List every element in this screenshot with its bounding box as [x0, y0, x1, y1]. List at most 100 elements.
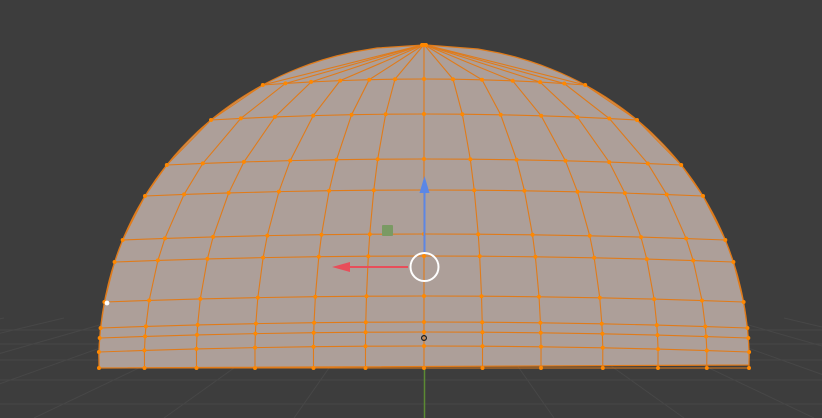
mesh-vertex[interactable] — [311, 366, 316, 370]
mesh-vertex[interactable] — [205, 256, 210, 261]
mesh-vertex[interactable] — [422, 344, 426, 348]
mesh-vertex[interactable] — [253, 366, 257, 370]
mesh-vertex[interactable] — [607, 116, 612, 121]
mesh-vertex[interactable] — [260, 83, 265, 87]
mesh-vertex[interactable] — [211, 234, 216, 239]
mesh-vertex[interactable] — [195, 332, 199, 337]
mesh-vertex[interactable] — [639, 235, 643, 240]
mesh-vertex[interactable] — [480, 366, 485, 370]
mesh-vertex[interactable] — [745, 326, 750, 330]
mesh-vertex[interactable] — [600, 366, 605, 370]
mesh-vertex[interactable] — [309, 79, 314, 84]
mesh-vertex[interactable] — [600, 331, 605, 336]
mesh-vertex[interactable] — [592, 255, 597, 260]
mesh-vertex[interactable] — [562, 81, 567, 86]
mesh-vertex[interactable] — [635, 118, 639, 122]
mesh-vertex[interactable] — [460, 112, 465, 117]
mesh-vertex[interactable] — [538, 80, 543, 85]
mesh-vertex[interactable] — [253, 331, 258, 336]
mesh-vertex[interactable] — [226, 190, 231, 195]
mesh-vertex[interactable] — [283, 81, 288, 86]
mesh-vertex[interactable] — [422, 254, 426, 258]
mesh-vertex[interactable] — [363, 320, 368, 325]
mesh-vertex[interactable] — [164, 163, 169, 167]
mesh-vertex[interactable] — [255, 295, 260, 300]
mesh-vertex[interactable] — [510, 78, 515, 83]
mesh-vertex[interactable] — [583, 83, 588, 87]
mesh-vertex[interactable] — [143, 194, 147, 198]
mesh-vertex[interactable] — [539, 344, 543, 349]
mesh-vertex[interactable] — [522, 188, 527, 193]
mesh-vertex[interactable] — [654, 323, 659, 328]
mesh-vertex[interactable] — [363, 344, 368, 349]
mesh-vertex[interactable] — [143, 334, 148, 339]
mesh-vertex[interactable] — [316, 254, 321, 259]
mesh-vertex[interactable] — [338, 78, 343, 83]
mesh-vertex[interactable] — [319, 232, 324, 237]
active-vertex[interactable] — [104, 300, 110, 306]
mesh-vertex[interactable] — [599, 321, 604, 326]
mesh-vertex[interactable] — [645, 161, 650, 166]
mesh-vertex[interactable] — [276, 189, 281, 194]
mesh-vertex[interactable] — [194, 366, 199, 370]
mesh-vertex[interactable] — [194, 346, 199, 351]
mesh-vertex[interactable] — [142, 366, 147, 370]
mesh-vertex[interactable] — [422, 77, 426, 81]
mesh-vertex[interactable] — [538, 320, 543, 325]
mesh-vertex[interactable] — [655, 333, 660, 338]
mesh-vertex[interactable] — [375, 157, 380, 162]
mesh-vertex[interactable] — [143, 324, 148, 329]
mesh-vertex[interactable] — [533, 254, 538, 259]
mesh-vertex[interactable] — [498, 112, 503, 117]
mesh-vertex[interactable] — [241, 159, 246, 164]
mesh-vertex[interactable] — [364, 294, 369, 299]
3d-viewport[interactable] — [0, 0, 822, 418]
mesh-vertex[interactable] — [334, 157, 339, 162]
mesh-vertex[interactable] — [383, 112, 388, 117]
mesh-vertex[interactable] — [644, 257, 649, 262]
mesh-vertex[interactable] — [704, 334, 709, 339]
mesh-vertex[interactable] — [200, 161, 205, 166]
mesh-vertex[interactable] — [747, 366, 751, 370]
mesh-vertex[interactable] — [422, 366, 426, 370]
mesh-vertex[interactable] — [147, 298, 152, 303]
mesh-vertex[interactable] — [312, 320, 317, 325]
mesh-vertex[interactable] — [480, 320, 485, 325]
mesh-vertex[interactable] — [424, 43, 428, 47]
mesh-vertex[interactable] — [600, 345, 605, 350]
mesh-vertex[interactable] — [514, 157, 519, 162]
mesh-vertex[interactable] — [422, 320, 426, 324]
mesh-vertex[interactable] — [656, 366, 660, 370]
mesh-vertex[interactable] — [691, 258, 696, 263]
mesh-vertex[interactable] — [162, 236, 167, 241]
mesh-vertex[interactable] — [652, 297, 657, 302]
mesh-vertex[interactable] — [313, 294, 318, 299]
mesh-vertex[interactable] — [701, 194, 705, 198]
mesh-vertex[interactable] — [327, 188, 332, 193]
mesh-vertex[interactable] — [142, 348, 147, 353]
mesh-vertex[interactable] — [96, 350, 101, 354]
mesh-vertex[interactable] — [480, 344, 485, 349]
mesh-vertex[interactable] — [476, 232, 481, 237]
mesh-vertex[interactable] — [468, 157, 473, 162]
mesh-vertex[interactable] — [155, 258, 160, 263]
mesh-vertex[interactable] — [451, 77, 455, 82]
mesh-vertex[interactable] — [539, 113, 544, 118]
mesh-vertex[interactable] — [575, 115, 580, 120]
mesh-vertex[interactable] — [563, 158, 568, 163]
mesh-vertex[interactable] — [120, 238, 125, 242]
mesh-vertex[interactable] — [272, 114, 277, 119]
mesh-vertex[interactable] — [253, 345, 257, 350]
mesh-vertex[interactable] — [700, 298, 704, 303]
mesh-vertex[interactable] — [363, 366, 368, 370]
mesh-vertex[interactable] — [539, 366, 543, 370]
mesh-vertex[interactable] — [480, 330, 485, 335]
mesh-vertex[interactable] — [209, 118, 213, 122]
mesh-vertex[interactable] — [422, 294, 426, 298]
mesh-vertex[interactable] — [587, 233, 592, 238]
mesh-vertex[interactable] — [253, 321, 258, 326]
mesh-vertex[interactable] — [472, 188, 477, 193]
mesh-vertex[interactable] — [393, 77, 397, 82]
mesh-vertex[interactable] — [477, 254, 482, 259]
mesh-vertex[interactable] — [597, 295, 602, 300]
